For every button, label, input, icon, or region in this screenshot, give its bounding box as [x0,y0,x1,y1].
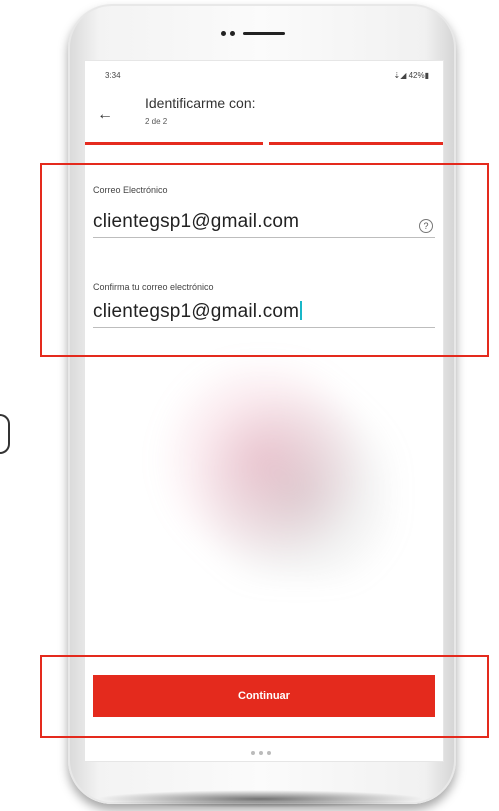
highlight-box-email-fields [40,163,489,357]
highlight-box-continue [40,655,489,738]
home-indicator [249,742,279,755]
step-indicator: 2 de 2 [145,117,168,126]
progress-segment-1 [85,142,263,145]
blurred-background-image [155,361,395,581]
phone-shadow [95,790,425,808]
status-time: 3:34 [105,71,121,80]
back-arrow-icon[interactable]: ← [95,105,115,125]
phone-speaker [221,30,291,38]
page-title: Identificarme con: [145,95,256,111]
partial-question-mark-decoration [0,414,10,454]
status-icons: ⇣◢ 42%▮ [393,71,430,80]
progress-segment-2 [269,142,443,145]
